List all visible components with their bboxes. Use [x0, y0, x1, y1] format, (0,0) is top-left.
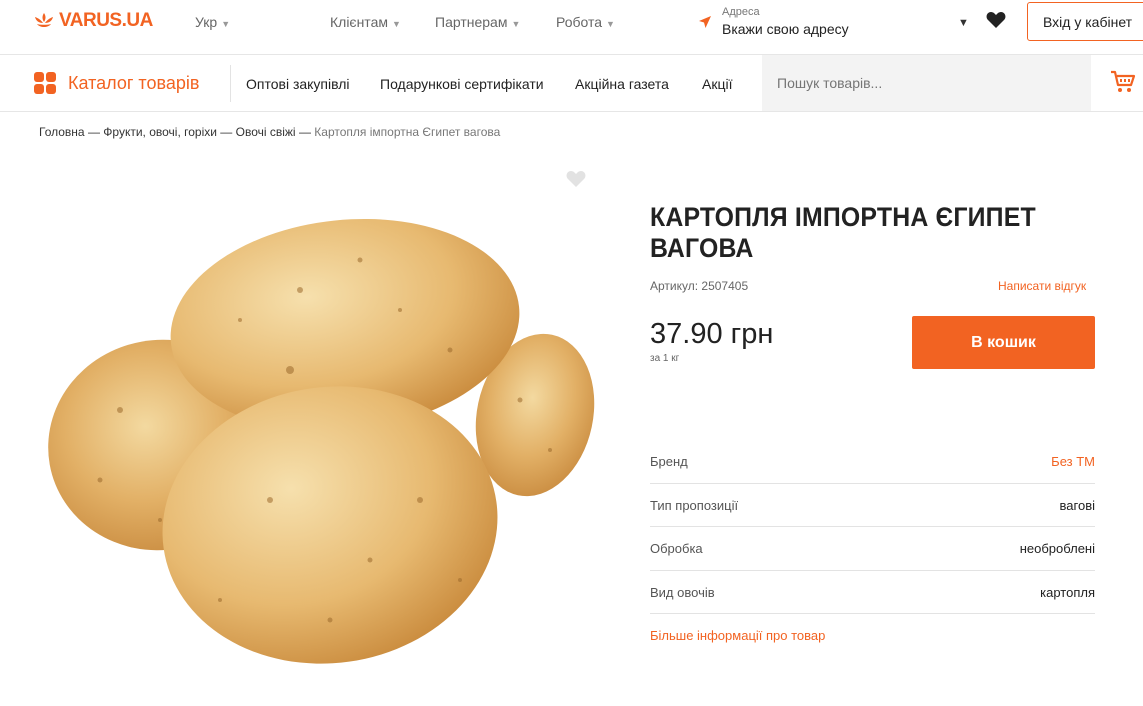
attribute-value-brand[interactable]: Без ТМ: [1051, 454, 1095, 469]
chevron-down-icon: ▼: [221, 19, 231, 29]
logo-icon: [35, 13, 53, 27]
catalog-bar: Каталог товарів Оптові закупівлі Подарун…: [0, 55, 1143, 112]
attribute-row: Бренд Без ТМ: [650, 440, 1095, 484]
attribute-name: Вид овочів: [650, 584, 715, 600]
search-input[interactable]: [777, 75, 1077, 91]
link-promotions[interactable]: Акції: [702, 76, 732, 92]
chevron-down-icon: ▼: [958, 17, 969, 29]
address-value: Вкажи свою адресу: [722, 21, 849, 37]
breadcrumb-separator: —: [298, 125, 311, 139]
attribute-row: Обробка необроблені: [650, 527, 1095, 571]
price-unit: за 1 кг: [650, 353, 680, 364]
attribute-value: картопля: [1040, 584, 1095, 600]
attribute-name: Обробка: [650, 541, 703, 556]
breadcrumb-fruits[interactable]: Фрукти, овочі, горіхи: [103, 125, 217, 139]
link-promo-newspaper[interactable]: Акційна газета: [575, 76, 669, 92]
heart-icon[interactable]: [986, 11, 1006, 29]
breadcrumb: Головна — Фрукти, овочі, горіхи — Овочі …: [39, 125, 500, 139]
location-arrow-icon: [699, 16, 711, 28]
chevron-down-icon: ▼: [391, 19, 401, 29]
link-gift-certificates[interactable]: Подарункові сертифікати: [380, 76, 544, 92]
attribute-name: Тип пропозиції: [650, 497, 739, 513]
chevron-down-icon: ▼: [511, 19, 521, 29]
language-label: Укр: [195, 14, 218, 30]
breadcrumb-current: Картопля імпортна Єгипет вагова: [314, 125, 501, 139]
link-wholesale[interactable]: Оптові закупівлі: [246, 76, 350, 92]
language-selector[interactable]: Укр ▼: [195, 14, 230, 30]
attribute-value: необроблені: [1019, 541, 1095, 556]
attribute-name: Бренд: [650, 454, 688, 469]
product-attributes: Бренд Без ТМ Тип пропозиції вагові Оброб…: [650, 440, 1095, 614]
more-info-link[interactable]: Більше інформації про товар: [650, 628, 825, 643]
product-price: 37.90 грн: [650, 318, 774, 350]
breadcrumb-home[interactable]: Головна: [39, 125, 85, 139]
attribute-row: Вид овочів картопля: [650, 571, 1095, 614]
catalog-grid-icon[interactable]: [34, 72, 56, 94]
nav-partners[interactable]: Партнерам ▼: [435, 14, 520, 30]
logo[interactable]: VARUS.UA: [33, 10, 153, 32]
search-box: [762, 55, 1091, 111]
chevron-down-icon: ▼: [606, 19, 615, 29]
login-button[interactable]: Вхід у кабінет: [1027, 2, 1143, 41]
product-sku: Артикул: 2507405: [650, 279, 749, 293]
logo-text: VARUS.UA: [59, 10, 153, 31]
cart-icon[interactable]: [1110, 70, 1136, 94]
catalog-button[interactable]: Каталог товарів: [68, 73, 199, 94]
address-label: Адреса: [722, 6, 760, 18]
nav-partners-label: Партнерам: [435, 14, 508, 30]
write-review-link[interactable]: Написати відгук: [998, 279, 1086, 293]
breadcrumb-separator: —: [220, 125, 233, 139]
nav-clients[interactable]: Клієнтам ▼: [330, 14, 401, 30]
attribute-value: вагові: [1059, 497, 1095, 513]
nav-jobs-label: Робота: [556, 14, 603, 30]
nav-jobs[interactable]: Робота ▼: [556, 14, 615, 30]
address-selector[interactable]: Адреса Вкажи свою адресу ▼: [698, 6, 970, 46]
add-to-cart-button[interactable]: В кошик: [912, 316, 1095, 369]
favorite-heart-icon[interactable]: [566, 170, 586, 188]
product-image: [48, 218, 595, 664]
nav-clients-label: Клієнтам: [330, 14, 388, 30]
divider: [230, 65, 231, 102]
breadcrumb-vegetables[interactable]: Овочі свіжі: [236, 125, 296, 139]
attribute-row: Тип пропозиції вагові: [650, 484, 1095, 527]
top-bar: VARUS.UA Укр ▼ Клієнтам ▼ Партнерам ▼ Робот…: [0, 0, 1143, 55]
breadcrumb-separator: —: [87, 125, 100, 139]
product-title: КАРТОПЛЯ ІМПОРТНА ЄГИПЕТ ВАГОВА: [650, 202, 1036, 263]
